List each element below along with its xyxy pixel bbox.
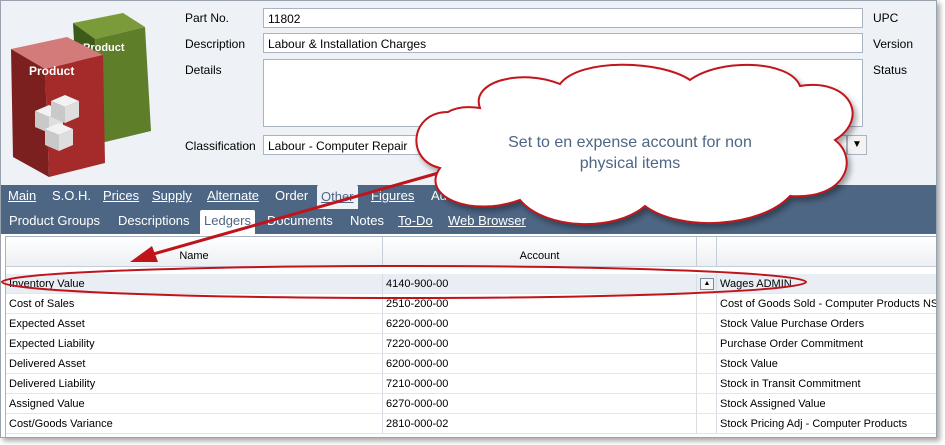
part-no-field[interactable]: 11802 [263, 8, 863, 28]
cell-lookup [697, 354, 717, 374]
column-header-description[interactable] [717, 237, 936, 267]
tab-alternate[interactable]: Alternate [207, 188, 259, 203]
cell-account[interactable]: 2510-200-00 [383, 294, 697, 314]
cell-description: Stock Value [717, 354, 936, 374]
cell-name: Delivered Liability [6, 374, 383, 394]
upc-label: UPC [873, 11, 899, 25]
table-row[interactable]: Cost/Goods Variance 2810-000-02 Stock Pr… [6, 414, 936, 434]
triangle-up-icon: ▲ [703, 280, 711, 287]
cell-name: Assigned Value [6, 394, 383, 414]
lookup-button[interactable]: ▲ [700, 278, 714, 290]
cell-lookup [697, 374, 717, 394]
cell-description: Purchase Order Commitment [717, 334, 936, 354]
cell-description: Stock Pricing Adj - Computer Products [717, 414, 936, 434]
cell-account[interactable]: 7220-000-00 [383, 334, 697, 354]
subtab-ledgers[interactable]: Ledgers [200, 210, 255, 234]
description-field[interactable]: Labour & Installation Charges [263, 33, 863, 53]
cell-account[interactable]: 2810-000-02 [383, 414, 697, 434]
cell-name: Inventory Value [6, 274, 383, 294]
classification-label: Classification [185, 139, 256, 153]
cell-name: Delivered Asset [6, 354, 383, 374]
subtab-notes[interactable]: Notes [350, 213, 384, 228]
sub-tab-bar: Product Groups Descriptions Ledgers Docu… [1, 209, 936, 234]
chevron-down-icon: ▼ [852, 139, 862, 150]
column-header-lookup[interactable] [697, 237, 717, 267]
part-no-label: Part No. [185, 11, 230, 25]
tab-supply[interactable]: Supply [152, 188, 192, 203]
cell-name: Cost of Sales [6, 294, 383, 314]
callout-line-2: physical items [579, 155, 681, 172]
cell-description: Cost of Goods Sold - Computer Products N… [717, 294, 936, 314]
cell-account[interactable]: 6200-000-00 [383, 354, 697, 374]
cell-account[interactable]: 6270-000-00 [383, 394, 697, 414]
cell-account[interactable]: 4140-900-00 [383, 274, 697, 294]
cell-account[interactable]: 6220-000-00 [383, 314, 697, 334]
table-row[interactable]: Delivered Asset 6200-000-00 Stock Value [6, 354, 936, 374]
status-label: Status [873, 63, 908, 77]
subtab-descriptions[interactable]: Descriptions [118, 213, 190, 228]
front-box-label: Product [29, 64, 74, 78]
product-window: Product Product Part No. 11802 UPC Descr… [0, 0, 937, 438]
description-label: Description [185, 37, 246, 51]
cell-description: Wages ADMIN [717, 274, 936, 294]
cell-name: Expected Liability [6, 334, 383, 354]
callout-line-1: Set to en expense account for non [508, 134, 752, 151]
subtab-documents[interactable]: Documents [267, 213, 333, 228]
cell-lookup [697, 394, 717, 414]
main-tab-bar: Main S.O.H. Prices Supply Alternate Orde… [1, 185, 936, 209]
cell-lookup [697, 314, 717, 334]
details-textarea[interactable] [263, 59, 863, 127]
cell-name: Cost/Goods Variance [6, 414, 383, 434]
tab-prices[interactable]: Prices [103, 188, 139, 203]
cell-lookup [697, 414, 717, 434]
tab-add[interactable]: Add [431, 188, 454, 203]
subtab-todo[interactable]: To-Do [398, 213, 433, 228]
cell-account[interactable]: 7210-000-00 [383, 374, 697, 394]
cell-description: Stock Assigned Value [717, 394, 936, 414]
tab-figures[interactable]: Figures [371, 188, 414, 203]
cell-lookup [697, 334, 717, 354]
table-row[interactable]: Expected Asset 6220-000-00 Stock Value P… [6, 314, 936, 334]
cell-name: Expected Asset [6, 314, 383, 334]
column-header-name[interactable]: Name [6, 237, 383, 267]
table-row[interactable]: Inventory Value 4140-900-00 Wages ADMIN … [6, 274, 936, 294]
version-label: Version [873, 37, 914, 51]
cell-lookup [697, 294, 717, 314]
callout-text: Set to en expense account for non physic… [452, 132, 808, 174]
table-row[interactable]: Cost of Sales 2510-200-00 Cost of Goods … [6, 294, 936, 314]
table-row[interactable]: Delivered Liability 7210-000-00 Stock in… [6, 374, 936, 394]
cell-description: Stock Value Purchase Orders [717, 314, 936, 334]
subtab-product-groups[interactable]: Product Groups [9, 213, 100, 228]
cell-description: Stock in Transit Commitment [717, 374, 936, 394]
tab-other[interactable]: Other [317, 185, 358, 209]
tab-main[interactable]: Main [8, 188, 36, 203]
table-row[interactable]: Assigned Value 6270-000-00 Stock Assigne… [6, 394, 936, 414]
tab-soh[interactable]: S.O.H. [52, 188, 91, 203]
product-box-image: Product Product [11, 13, 151, 177]
table-row[interactable]: Expected Liability 7220-000-00 Purchase … [6, 334, 936, 354]
ledgers-grid: Name Account Inventory Value 4140-900-00… [5, 236, 936, 437]
details-label: Details [185, 63, 222, 77]
subtab-web-browser[interactable]: Web Browser [448, 213, 526, 228]
column-header-account[interactable]: Account [383, 237, 697, 267]
tab-order[interactable]: Order [275, 188, 308, 203]
classification-dropdown-button[interactable]: ▼ [847, 135, 867, 155]
